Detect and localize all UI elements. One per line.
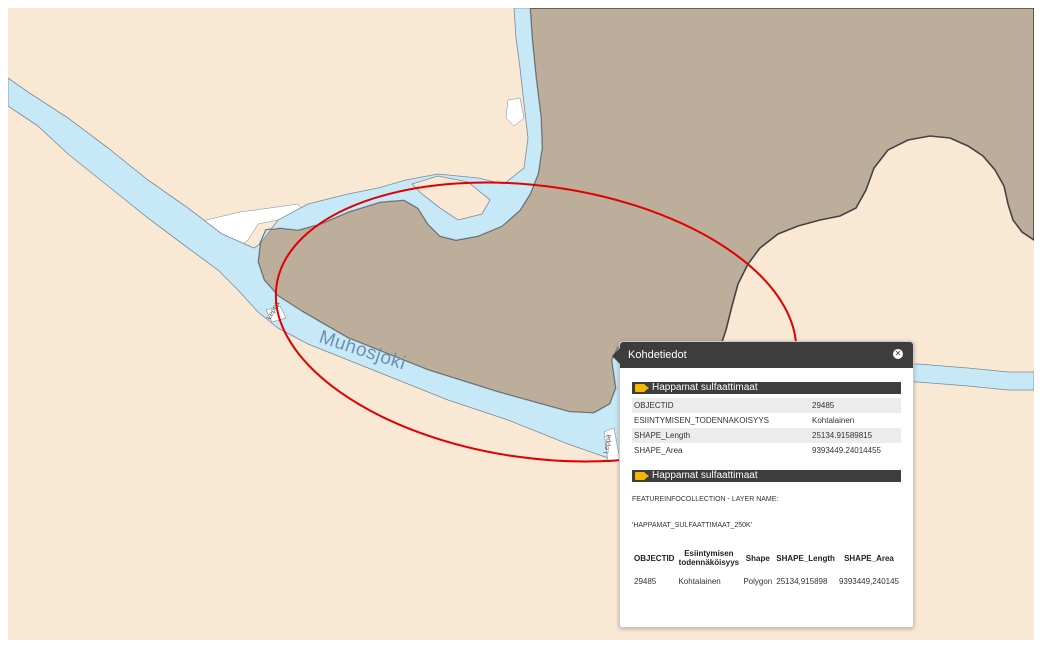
- attribute-key: SHAPE_Area: [634, 446, 683, 455]
- popup-body: Happamat sulfaattimaat OBJECTID 29485 ES…: [620, 368, 913, 586]
- popup-header: Kohdetiedot ✕: [620, 342, 913, 368]
- attribute-value: 25134.91589815: [810, 428, 901, 443]
- table-row: ESIINTYMISEN_TODENNAKOISYYS Kohtalainen: [632, 413, 901, 428]
- attribute-value: Kohtalainen: [812, 416, 855, 425]
- table-cell: Polygon: [743, 577, 773, 586]
- close-icon[interactable]: ✕: [893, 349, 903, 359]
- layer-tag-icon: [635, 384, 649, 392]
- table-row: OBJECTID 29485: [632, 398, 901, 413]
- popup-title: Kohdetiedot: [628, 349, 687, 361]
- attribute-key: ESIINTYMISEN_TODENNAKOISYYS: [634, 416, 769, 425]
- table-row: SHAPE_Area 9393449.24014455: [632, 443, 901, 458]
- layer-header-bar: Happamat sulfaattimaat: [632, 382, 901, 394]
- column-header: Esiintymisen todennäköisyys: [678, 549, 740, 567]
- table-row: SHAPE_Length 25134.91589815: [632, 428, 901, 443]
- layer-name: Happamat sulfaattimaat: [652, 382, 758, 393]
- featureinfo-layer-name: 'HAPPAMAT_SULFAATTIMAAT_250K': [632, 522, 753, 529]
- feature-info-popup: Kohdetiedot ✕ Happamat sulfaattimaat OBJ…: [612, 341, 914, 628]
- layer-tag-icon: [635, 472, 649, 480]
- attribute-value: 29485: [810, 398, 901, 413]
- table-cell: 9393449,240145: [838, 577, 899, 586]
- column-header: OBJECTID: [634, 553, 675, 563]
- attribute-key: OBJECTID: [632, 398, 810, 413]
- attribute-value: 9393449.24014455: [812, 446, 881, 455]
- table-cell: 29485: [634, 577, 657, 586]
- attribute-table: OBJECTID 29485 ESIINTYMISEN_TODENNAKOISY…: [632, 398, 901, 458]
- column-header: SHAPE_Area: [844, 553, 894, 563]
- layer-header-bar-2: Happamat sulfaattimaat: [632, 470, 901, 482]
- attribute-key: SHAPE_Length: [632, 428, 810, 443]
- table-row: 29485 Kohtalainen Polygon 25134,915898 9…: [632, 569, 901, 586]
- layer-name-2: Happamat sulfaattimaat: [652, 470, 758, 481]
- table-cell: 25134,915898: [776, 577, 828, 586]
- featureinfo-table: OBJECTID Esiintymisen todennäköisyys Sha…: [632, 547, 901, 586]
- popup-pointer: [612, 348, 620, 364]
- table-cell: Kohtalainen: [678, 577, 721, 586]
- table-header-row: OBJECTID Esiintymisen todennäköisyys Sha…: [632, 547, 901, 569]
- column-header: Shape: [745, 553, 770, 563]
- column-header: SHAPE_Length: [776, 553, 835, 563]
- featureinfo-collection-label: FEATUREINFOCOLLECTION - LAYER NAME:: [632, 496, 779, 503]
